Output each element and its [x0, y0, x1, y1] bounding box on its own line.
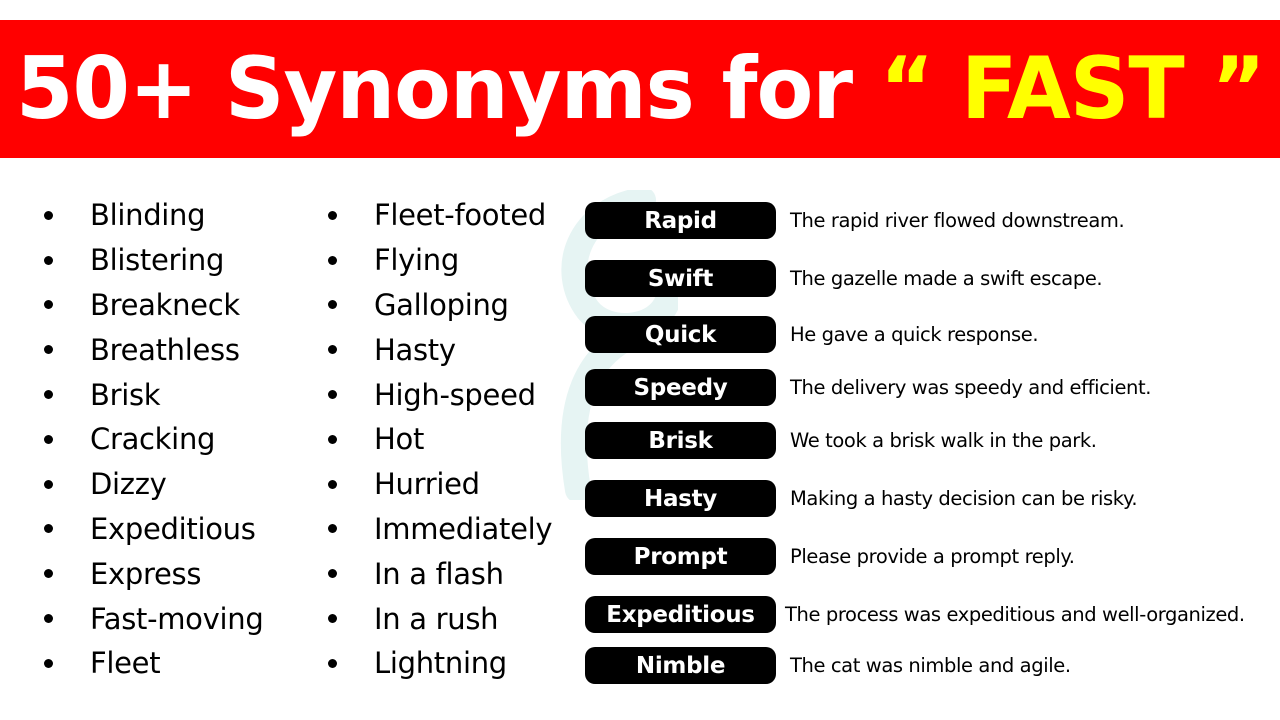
bullet-dot-icon: [44, 300, 53, 310]
synonym-list-item: Immediately: [322, 507, 553, 552]
synonym-list-item: Fleet-footed: [322, 193, 552, 238]
synonym-list-column-2: Fleet-footed Flying Galloping Hasty High-spe…: [322, 193, 553, 686]
synonym-word: Flying: [374, 243, 459, 278]
synonym-list-item: Blinding: [38, 193, 263, 238]
example-row: Nimble The cat was nimble and agile.: [585, 647, 1071, 684]
synonym-list-item: Fleet: [38, 641, 263, 686]
synonym-list-item: In a rush: [322, 596, 552, 641]
synonym-list-item: Hasty: [322, 327, 552, 372]
example-row: Hasty Making a hasty decision can be risk…: [585, 480, 1138, 517]
example-row: Speedy The delivery was speedy and effici…: [585, 369, 1151, 406]
synonym-word: Blinding: [90, 198, 206, 233]
synonym-pill: Rapid: [585, 202, 776, 239]
example-sentence: The rapid river flowed downstream.: [790, 209, 1125, 232]
synonym-list-item: Lightning: [322, 641, 552, 686]
bullet-dot-icon: [328, 434, 337, 444]
synonym-word: Dizzy: [90, 467, 167, 502]
title-prefix: 50+ Synonyms for: [15, 39, 880, 139]
synonym-list-item: Expeditious: [38, 507, 263, 552]
example-sentence: Please provide a prompt reply.: [790, 545, 1075, 568]
synonym-word: Galloping: [374, 287, 509, 322]
synonym-word: Express: [90, 556, 202, 591]
bullet-dot-icon: [328, 345, 337, 355]
example-sentence: The cat was nimble and agile.: [790, 654, 1071, 677]
bullet-dot-icon: [328, 390, 337, 400]
example-row: Quick He gave a quick response.: [585, 316, 1039, 353]
example-sentence: He gave a quick response.: [790, 323, 1039, 346]
synonym-list-item: Cracking: [38, 417, 263, 462]
example-sentence: The process was expeditious and well-org…: [785, 603, 1245, 626]
synonym-pill: Nimble: [585, 647, 776, 684]
synonym-list-item: Blistering: [38, 238, 263, 283]
example-row: Swift The gazelle made a swift escape.: [585, 260, 1103, 297]
bullet-dot-icon: [44, 390, 53, 400]
synonym-word: Cracking: [90, 422, 216, 457]
bullet-dot-icon: [44, 210, 53, 220]
synonym-word: Hurried: [374, 467, 480, 502]
synonym-word: Blistering: [90, 243, 225, 278]
synonym-word: Immediately: [374, 511, 553, 546]
synonym-word: Fast-moving: [90, 601, 264, 636]
example-row: Brisk We took a brisk walk in the park.: [585, 422, 1097, 459]
synonym-list-item: Breakneck: [38, 283, 263, 328]
bullet-dot-icon: [328, 210, 337, 220]
bullet-dot-icon: [44, 479, 53, 489]
synonym-word: Hasty: [374, 332, 456, 367]
synonym-list-column-1: Blinding Blistering Breakneck Breathless Bri…: [38, 193, 264, 686]
synonym-list-item: Express: [38, 551, 263, 596]
synonym-word: In a flash: [374, 556, 504, 591]
example-row: Prompt Please provide a prompt reply.: [585, 538, 1075, 575]
bullet-dot-icon: [44, 255, 53, 265]
synonym-list-item: Flying: [322, 238, 552, 283]
synonym-pill: Swift: [585, 260, 776, 297]
synonym-list-item: Galloping: [322, 283, 552, 328]
page-title: 50+ Synonyms for “ FAST ”: [15, 39, 1266, 139]
synonym-pill: Expeditious: [585, 596, 776, 633]
synonym-list-item: Breathless: [38, 327, 263, 372]
example-sentence: The gazelle made a swift escape.: [790, 267, 1103, 290]
synonym-pill: Hasty: [585, 480, 776, 517]
bullet-dot-icon: [44, 345, 53, 355]
synonym-word: Fleet: [90, 646, 161, 681]
synonym-list-item: Dizzy: [38, 462, 263, 507]
synonym-word: Breathless: [90, 332, 240, 367]
example-row: Rapid The rapid river flowed downstream.: [585, 202, 1125, 239]
example-sentence: Making a hasty decision can be risky.: [790, 487, 1138, 510]
title-banner: 50+ Synonyms for “ FAST ”: [0, 20, 1280, 158]
synonym-pill: Prompt: [585, 538, 776, 575]
bullet-dot-icon: [328, 255, 337, 265]
synonym-list-item: Hot: [322, 417, 552, 462]
bullet-dot-icon: [44, 658, 53, 668]
bullet-dot-icon: [328, 524, 337, 534]
synonym-word: Hot: [374, 422, 425, 457]
bullet-dot-icon: [328, 569, 337, 579]
bullet-dot-icon: [44, 614, 53, 624]
bullet-dot-icon: [328, 614, 337, 624]
synonym-pill: Brisk: [585, 422, 776, 459]
synonym-word: Lightning: [374, 646, 507, 681]
synonym-list-item: High-speed: [322, 372, 552, 417]
bullet-dot-icon: [328, 300, 337, 310]
bullet-dot-icon: [44, 524, 53, 534]
synonym-list-item: In a flash: [322, 551, 552, 596]
synonym-pill: Speedy: [585, 369, 776, 406]
example-sentence: We took a brisk walk in the park.: [790, 429, 1097, 452]
example-sentence: The delivery was speedy and efficient.: [790, 376, 1152, 399]
synonym-list-item: Fast-moving: [38, 596, 264, 641]
title-keyword: “ FAST ”: [879, 39, 1265, 139]
example-row: Expeditious The process was expeditious a…: [585, 596, 1245, 633]
synonym-word: High-speed: [374, 377, 536, 412]
synonym-pill: Quick: [585, 316, 776, 353]
synonym-word: In a rush: [374, 601, 499, 636]
bullet-dot-icon: [328, 658, 337, 668]
bullet-dot-icon: [44, 569, 53, 579]
synonym-list-item: Brisk: [38, 372, 263, 417]
synonym-word: Fleet-footed: [374, 198, 546, 233]
synonym-word: Brisk: [90, 377, 161, 412]
bullet-dot-icon: [44, 434, 53, 444]
synonym-word: Expeditious: [90, 511, 256, 546]
bullet-dot-icon: [328, 479, 337, 489]
synonym-word: Breakneck: [90, 287, 240, 322]
synonym-list-item: Hurried: [322, 462, 552, 507]
